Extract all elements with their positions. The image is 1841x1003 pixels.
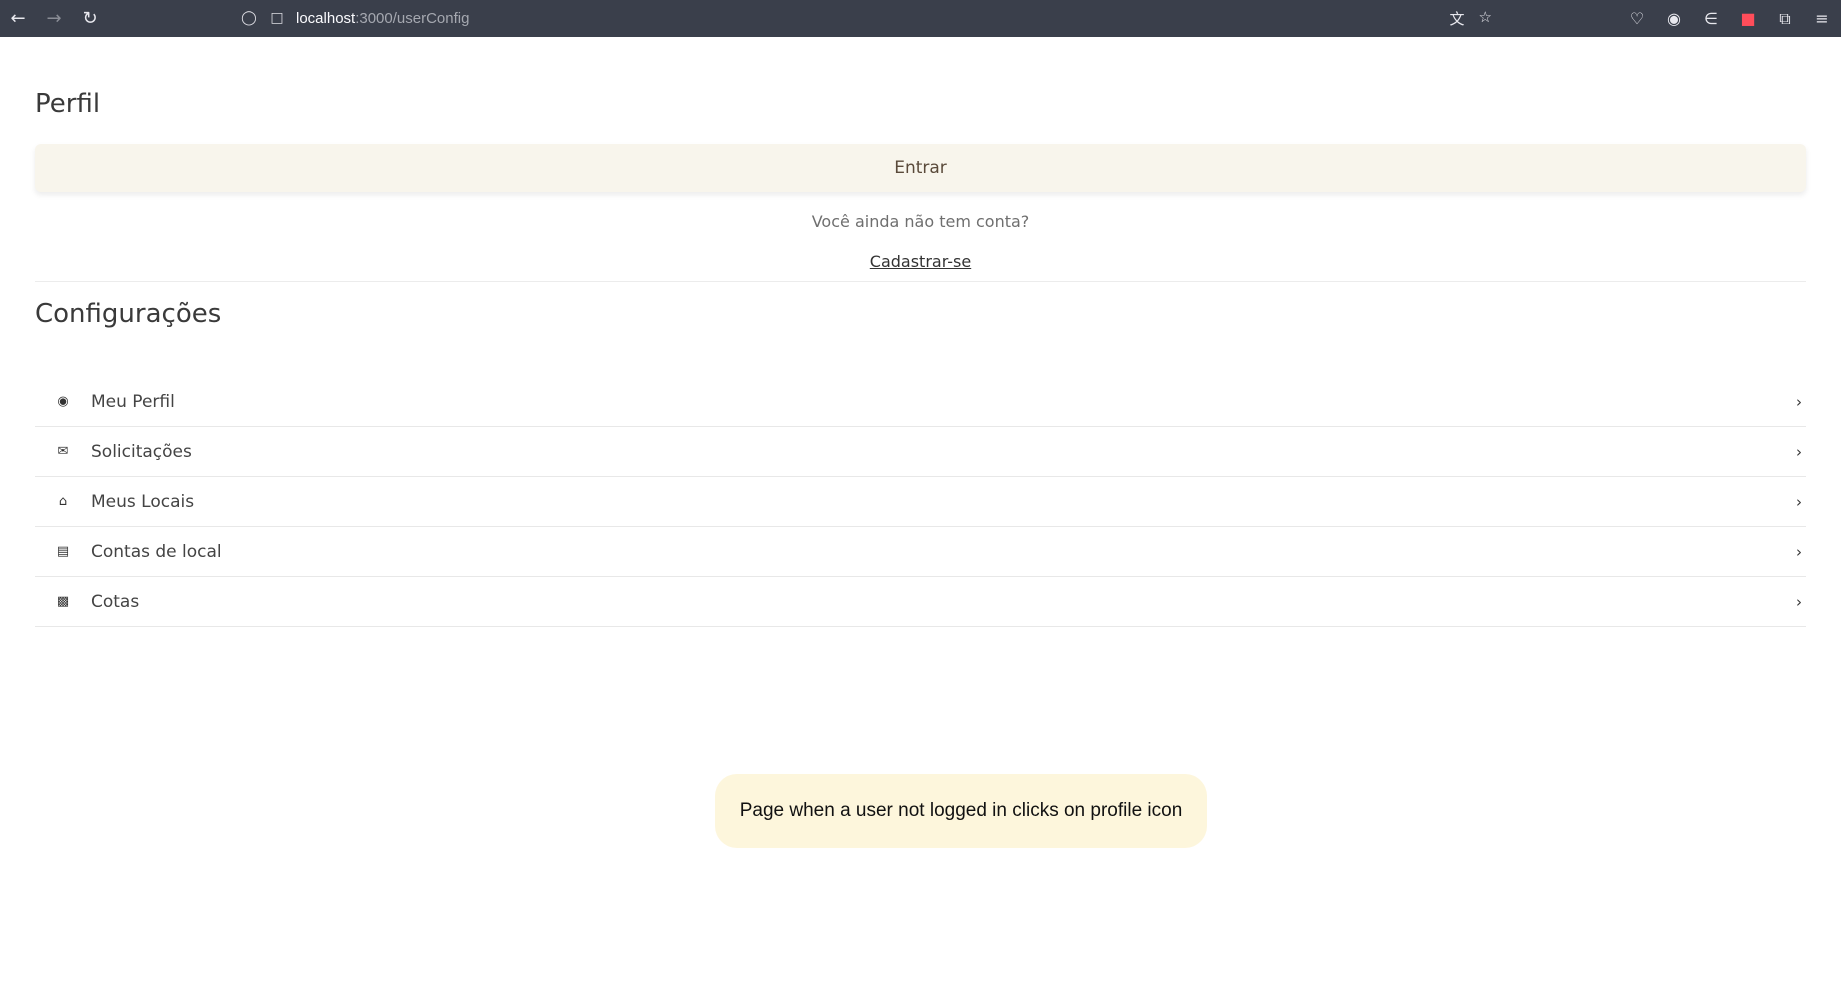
- extension-icon[interactable]: ■: [1737, 9, 1759, 28]
- hamburger-menu-icon[interactable]: ≡: [1811, 9, 1833, 28]
- account-icon[interactable]: ◉: [1663, 9, 1685, 28]
- forward-button[interactable]: →: [36, 0, 72, 37]
- chevron-right-icon: ›: [1796, 392, 1802, 411]
- no-account-text: Você ainda não tem conta?: [811, 212, 1030, 231]
- building-icon: ⌂: [58, 494, 68, 509]
- arrow-right-icon: →: [46, 8, 62, 29]
- star-icon[interactable]: ☆: [1479, 8, 1492, 29]
- settings-item-label: Meu Perfil: [91, 391, 175, 412]
- url-host: localhost: [296, 9, 356, 27]
- user-circle-icon: ◉: [57, 394, 69, 409]
- shield-icon[interactable]: ◯: [240, 10, 258, 26]
- chevron-right-icon: ›: [1796, 592, 1802, 611]
- chevron-right-icon: ›: [1796, 492, 1802, 511]
- document-icon: ▤: [56, 544, 70, 559]
- settings-item-meus-locais[interactable]: ⌂ Meus Locais ›: [35, 477, 1806, 527]
- settings-item-solicitacoes[interactable]: ✉ Solicitações ›: [35, 427, 1806, 477]
- annotation-note: Page when a user not logged in clicks on…: [715, 774, 1207, 848]
- chevron-right-icon: ›: [1796, 542, 1802, 561]
- chevron-right-icon: ›: [1796, 442, 1802, 461]
- envelope-icon: ✉: [57, 444, 69, 459]
- settings-item-label: Cotas: [91, 591, 140, 612]
- translate-icon[interactable]: 文: [1450, 8, 1465, 29]
- signup-container: Cadastrar-se: [35, 252, 1806, 271]
- address-bar[interactable]: ◯ □ localhost:3000/userConfig 文 ☆: [230, 3, 1502, 33]
- reload-button[interactable]: ↻: [72, 0, 108, 37]
- settings-title: Configurações: [35, 299, 222, 329]
- settings-item-label: Meus Locais: [91, 491, 195, 512]
- pocket-icon[interactable]: ♡: [1626, 9, 1648, 28]
- settings-item-cotas[interactable]: ▩ Cotas ›: [35, 577, 1806, 627]
- back-button[interactable]: ←: [0, 0, 36, 37]
- arrow-left-icon: ←: [10, 8, 26, 29]
- browser-toolbar: ← → ↻ ◯ □ localhost:3000/userConfig 文 ☆ …: [0, 0, 1841, 37]
- url-path: :3000/userConfig: [355, 9, 470, 27]
- puzzle-icon[interactable]: ⧉: [1774, 9, 1796, 29]
- settings-menu: ◉ Meu Perfil › ✉ Solicitações › ⌂ Meus L…: [35, 377, 1806, 627]
- signup-link[interactable]: Cadastrar-se: [870, 252, 971, 271]
- login-button[interactable]: Entrar: [35, 144, 1806, 192]
- money-icon: ▩: [56, 594, 70, 609]
- page-icon[interactable]: □: [268, 10, 286, 26]
- extension-icon[interactable]: ∈: [1700, 9, 1722, 28]
- divider: [35, 281, 1806, 282]
- settings-item-meu-perfil[interactable]: ◉ Meu Perfil ›: [35, 377, 1806, 427]
- settings-item-contas-de-local[interactable]: ▤ Contas de local ›: [35, 527, 1806, 577]
- settings-item-label: Solicitações: [91, 441, 192, 462]
- reload-icon: ↻: [82, 8, 98, 29]
- profile-title: Perfil: [35, 89, 101, 119]
- settings-item-label: Contas de local: [91, 541, 222, 562]
